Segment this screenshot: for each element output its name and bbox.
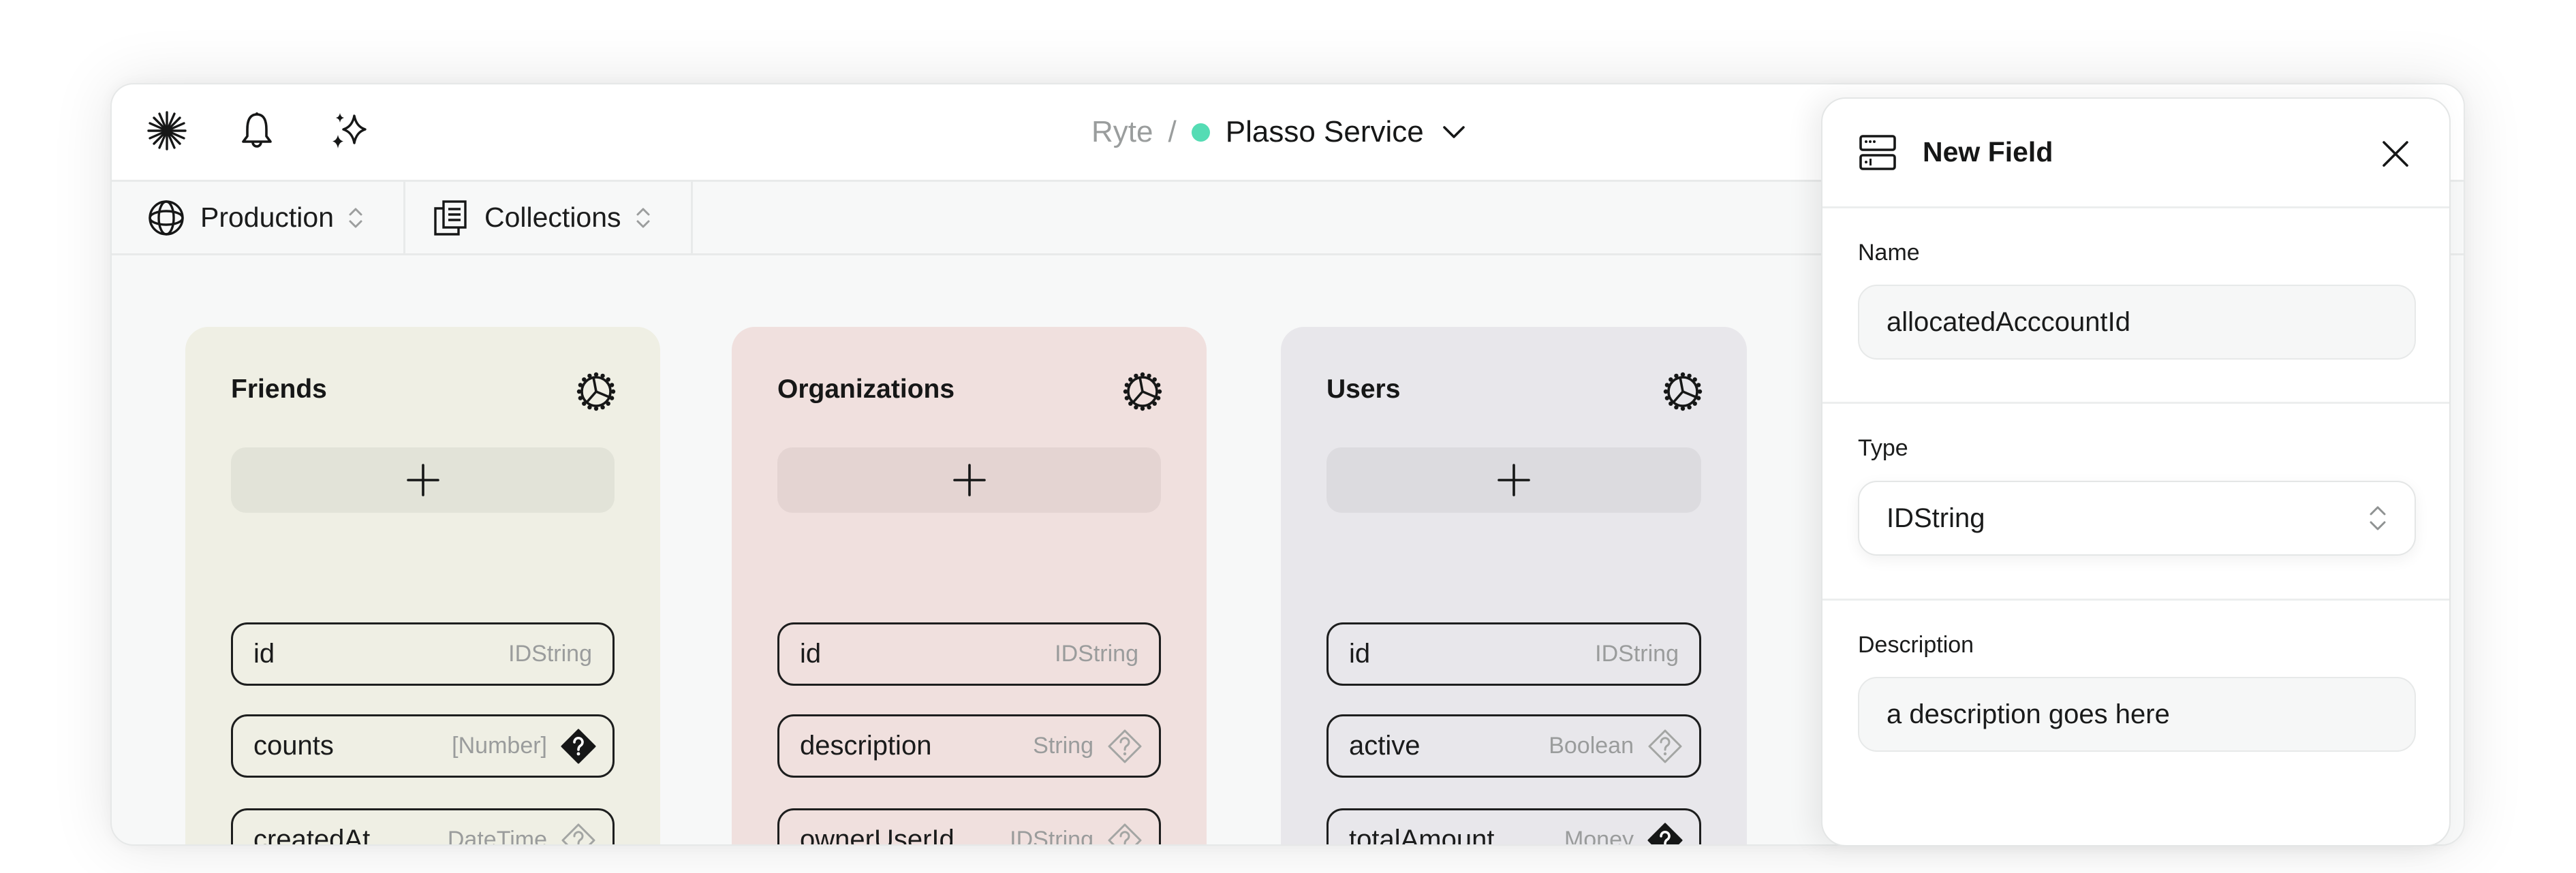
- required-question-icon[interactable]: [561, 729, 596, 764]
- chevron-updown-icon: [349, 208, 362, 227]
- field-row[interactable]: active Boolean: [1326, 714, 1701, 778]
- field-name: ownerUserId: [800, 825, 955, 846]
- field-type: Money: [1564, 827, 1634, 846]
- collection-title: Friends: [231, 375, 327, 404]
- field-type: IDString: [1010, 827, 1093, 846]
- collection-card: Users id IDString active Boolean totalAmount M…: [1281, 327, 1747, 846]
- field-type: IDString: [508, 641, 592, 667]
- starburst-icon[interactable]: [146, 110, 187, 151]
- sparkles-icon[interactable]: [330, 110, 371, 151]
- collection-card: Friends id IDString counts [Number] createdAt…: [185, 327, 660, 846]
- field-name: counts: [253, 731, 334, 761]
- collections-icon: [431, 199, 469, 237]
- optional-question-icon[interactable]: [561, 823, 596, 844]
- type-section: Type IDString: [1822, 404, 2449, 601]
- field-row[interactable]: id IDString: [777, 622, 1161, 686]
- chevron-updown-icon: [2370, 506, 2386, 530]
- name-input[interactable]: [1858, 285, 2416, 360]
- field-type: DateTime: [447, 827, 547, 846]
- collection-title: Organizations: [777, 375, 955, 404]
- optional-question-icon[interactable]: [1107, 823, 1143, 844]
- breadcrumb-organization[interactable]: Ryte: [1091, 115, 1153, 149]
- breadcrumb: Ryte / Plasso Service: [1091, 110, 1468, 154]
- plus-icon: [406, 464, 439, 496]
- field-name: active: [1349, 731, 1421, 761]
- service-status-dot: [1191, 123, 1210, 142]
- field-name: id: [800, 639, 822, 669]
- required-question-icon[interactable]: [1647, 823, 1683, 844]
- description-label: Description: [1858, 632, 1974, 658]
- chevron-down-icon[interactable]: [1440, 118, 1468, 146]
- gear-icon[interactable]: [1663, 372, 1703, 411]
- type-select[interactable]: IDString: [1858, 481, 2416, 556]
- field-row[interactable]: id IDString: [1326, 622, 1701, 686]
- field-name: createdAt: [253, 825, 371, 846]
- name-section: Name: [1822, 208, 2449, 404]
- environment-label: Production: [200, 202, 335, 233]
- description-section: Description: [1822, 601, 2449, 873]
- panel-title: New Field: [1923, 136, 2053, 168]
- add-field-button[interactable]: [777, 447, 1161, 513]
- bell-icon[interactable]: [236, 110, 277, 151]
- gear-icon[interactable]: [576, 372, 616, 411]
- field-name: description: [800, 731, 932, 761]
- collection-card: Organizations id IDString description String…: [732, 327, 1207, 846]
- name-label: Name: [1858, 240, 1920, 266]
- gear-icon[interactable]: [1123, 372, 1162, 411]
- globe-icon: [147, 199, 185, 237]
- field-type: IDString: [1595, 641, 1679, 667]
- field-name: totalAmount: [1349, 825, 1495, 846]
- field-row[interactable]: counts [Number]: [231, 714, 615, 778]
- field-row[interactable]: totalAmount Money: [1326, 808, 1701, 846]
- new-field-panel: New Field Name Type IDString Description: [1821, 97, 2451, 846]
- add-field-button[interactable]: [1326, 447, 1701, 513]
- type-label: Type: [1858, 435, 1908, 461]
- description-input[interactable]: [1858, 677, 2416, 752]
- field-name: id: [1349, 639, 1371, 669]
- optional-question-icon[interactable]: [1647, 729, 1683, 764]
- chevron-updown-icon: [636, 208, 650, 227]
- field-name: id: [253, 639, 275, 669]
- field-row[interactable]: createdAt DateTime: [231, 808, 615, 846]
- optional-question-icon[interactable]: [1107, 729, 1143, 764]
- panel-header: New Field: [1822, 99, 2449, 208]
- plus-icon: [1498, 464, 1530, 496]
- type-select-value: IDString: [1887, 503, 1985, 533]
- field-type: String: [1033, 733, 1093, 759]
- plus-icon: [952, 464, 986, 496]
- breadcrumb-service[interactable]: Plasso Service: [1226, 115, 1424, 149]
- field-type: [Number]: [452, 733, 547, 759]
- close-icon[interactable]: [2378, 137, 2412, 171]
- collections-label: Collections: [484, 202, 621, 233]
- collection-title: Users: [1326, 375, 1401, 404]
- breadcrumb-separator: /: [1168, 115, 1177, 148]
- add-field-button[interactable]: [231, 447, 615, 513]
- environment-selector[interactable]: Production: [112, 182, 405, 253]
- field-type: Boolean: [1549, 733, 1634, 759]
- field-form-icon: [1859, 135, 1896, 170]
- field-type: IDString: [1055, 641, 1138, 667]
- field-row[interactable]: id IDString: [231, 622, 615, 686]
- collections-selector[interactable]: Collections: [405, 182, 693, 253]
- field-row[interactable]: ownerUserId IDString: [777, 808, 1161, 846]
- field-row[interactable]: description String: [777, 714, 1161, 778]
